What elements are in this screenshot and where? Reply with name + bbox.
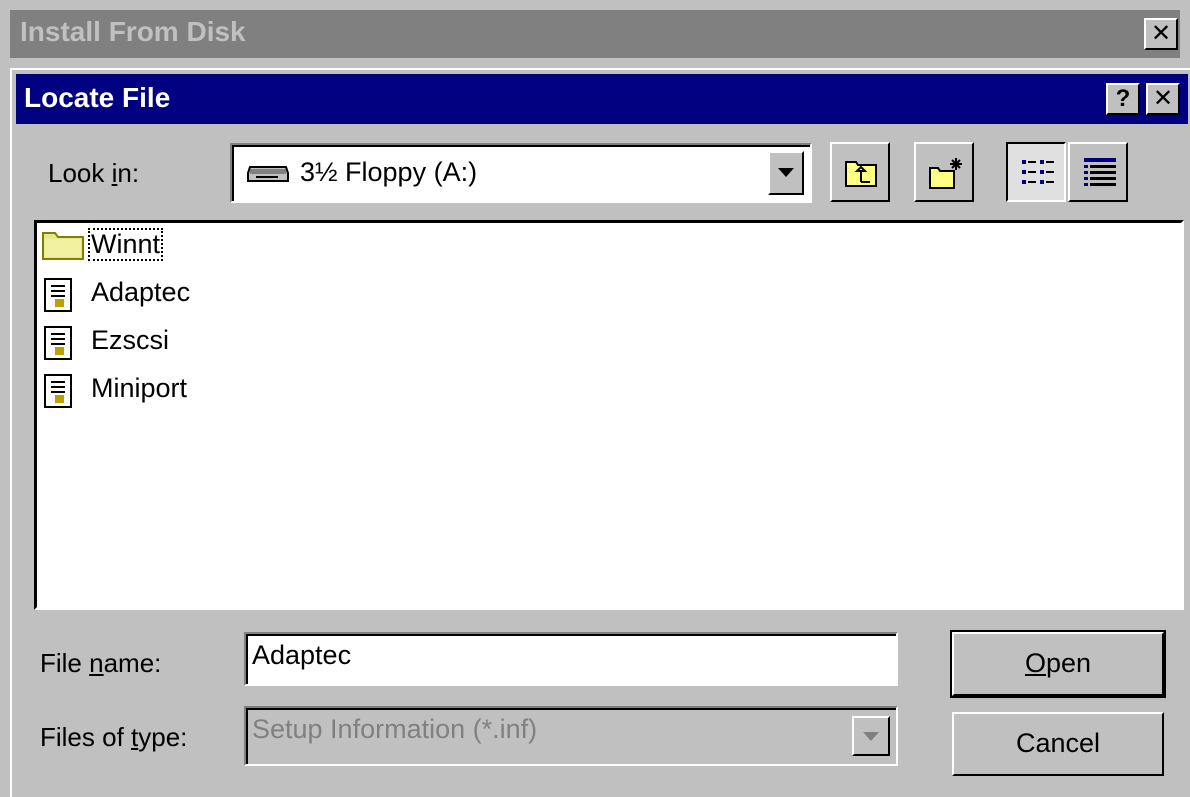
list-item-label: Miniport [91,373,188,403]
files-of-type-select[interactable]: Setup Information (*.inf) [244,706,898,766]
open-button[interactable]: Open [950,630,1166,698]
list-view-button[interactable] [1006,142,1066,202]
create-new-folder-button[interactable] [914,142,974,202]
dialog-close-button[interactable]: ✕ [1146,83,1180,115]
file-name-value: Adaptec [252,640,352,670]
chevron-down-icon [778,168,794,177]
outer-window-title: Install From Disk [20,16,246,47]
files-of-type-label: Files of type: [40,722,188,752]
outer-close-button[interactable]: ✕ [1144,18,1178,50]
cancel-button[interactable]: Cancel [952,712,1164,776]
dialog-title: Locate File [24,82,171,113]
chevron-down-icon [863,732,879,741]
list-item-label: Ezscsi [91,325,170,355]
file-list[interactable]: Winnt Adaptec Ezscsi Miniport [34,220,1184,610]
list-item-label: Winnt [87,228,164,261]
close-icon: ✕ [1152,85,1174,112]
file-name-label: File name: [40,648,162,678]
locate-file-dialog: Locate File ? ✕ Look in: 3½ Floppy (A:) [10,68,1190,797]
files-of-type-value: Setup Information (*.inf) [252,714,538,744]
help-button[interactable]: ? [1106,83,1140,115]
look-in-label: Look in: [48,158,140,188]
install-from-disk-window: Install From Disk ✕ Locate File ? ✕ Look… [0,0,1190,797]
close-icon: ✕ [1150,20,1172,47]
setup-file-icon [41,277,77,318]
look-in-value: 3½ Floppy (A:) [300,157,478,187]
floppy-drive-icon [246,161,290,190]
help-icon: ? [1115,85,1131,112]
folder-icon [41,229,85,266]
look-in-dropdown-button[interactable] [768,151,804,195]
file-name-field[interactable]: Adaptec [244,632,898,686]
files-of-type-dropdown-button[interactable] [852,716,890,756]
setup-file-icon [41,373,77,414]
dialog-title-bar: Locate File ? ✕ [16,74,1188,124]
outer-title-bar: Install From Disk ✕ [10,10,1180,58]
setup-file-icon [41,325,77,366]
look-in-combobox[interactable]: 3½ Floppy (A:) [230,143,812,203]
up-one-level-button[interactable] [830,142,890,202]
list-item-label: Adaptec [91,277,191,307]
details-view-button[interactable] [1068,142,1128,202]
